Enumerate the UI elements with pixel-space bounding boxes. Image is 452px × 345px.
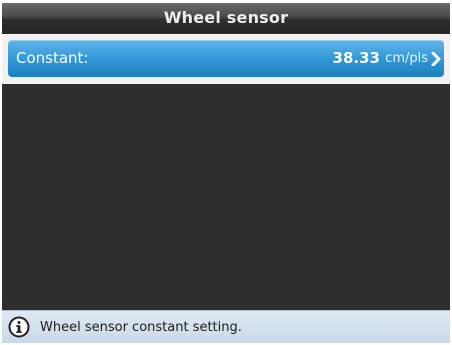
constant-unit: cm/pls <box>385 51 428 66</box>
info-icon <box>8 316 30 338</box>
constant-label: Constant: <box>16 49 89 67</box>
screen: Wheel sensor Constant: 38.33 cm/pls Whee… <box>2 3 450 343</box>
chevron-right-icon <box>431 52 441 66</box>
constant-value: 38.33 <box>332 49 380 67</box>
settings-list: Constant: 38.33 cm/pls <box>2 34 450 84</box>
status-bar: Wheel sensor constant setting. <box>2 310 450 343</box>
list-item-constant[interactable]: Constant: 38.33 cm/pls <box>8 40 444 77</box>
status-text: Wheel sensor constant setting. <box>40 320 242 335</box>
page-title: Wheel sensor <box>2 3 450 33</box>
